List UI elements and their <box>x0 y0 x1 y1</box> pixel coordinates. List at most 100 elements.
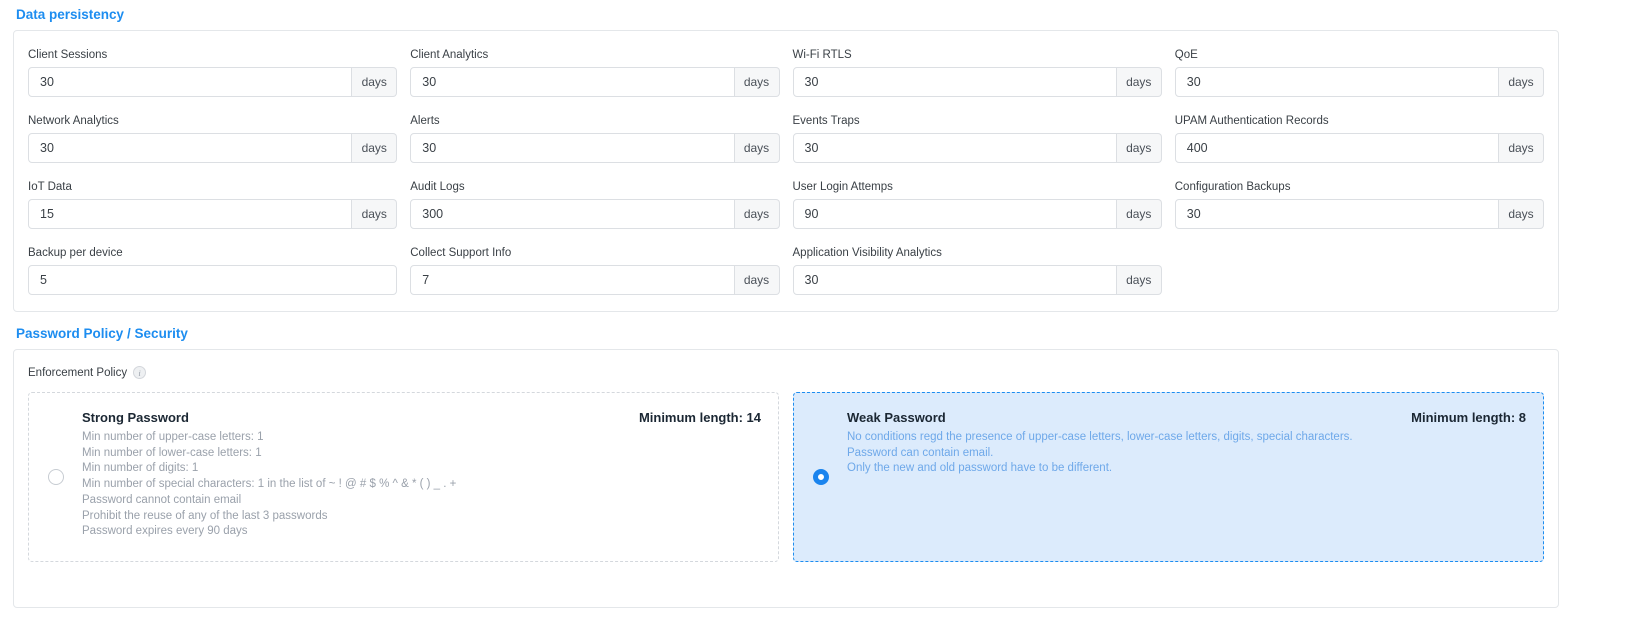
field-value-input[interactable] <box>410 133 734 163</box>
field-label: Collect Support Info <box>410 247 779 259</box>
field-value-input[interactable] <box>28 67 352 97</box>
field-label: Audit Logs <box>410 181 779 193</box>
field-value-input[interactable] <box>793 67 1117 97</box>
field-value-input[interactable] <box>793 133 1117 163</box>
field-input-group: days <box>1175 67 1544 97</box>
field-input-group <box>28 265 397 295</box>
field-input-group: days <box>793 199 1162 229</box>
field-label: UPAM Authentication Records <box>1175 115 1544 127</box>
field-unit-addon: days <box>1117 265 1162 295</box>
policy-rule: Only the new and old password have to be… <box>847 461 1526 477</box>
field-label: Client Sessions <box>28 49 397 61</box>
field-label: Events Traps <box>793 115 1162 127</box>
field-unit-addon: days <box>735 199 780 229</box>
field-value-input[interactable] <box>793 199 1117 229</box>
persistency-field: IoT Data days <box>28 181 397 229</box>
field-value-input[interactable] <box>28 199 352 229</box>
field-input-group: days <box>28 133 397 163</box>
field-unit-addon: days <box>352 133 397 163</box>
password-policy-card: Enforcement Policy i Strong Password Min… <box>13 349 1559 608</box>
field-unit-addon: days <box>735 67 780 97</box>
radio-column <box>794 393 847 561</box>
policy-rule: Min number of upper-case letters: 1 <box>82 430 761 446</box>
policy-option-head: Weak Password Minimum length: 8 <box>847 410 1526 425</box>
field-value-input[interactable] <box>793 265 1117 295</box>
field-unit-addon: days <box>735 133 780 163</box>
persistency-field: QoE days <box>1175 49 1544 97</box>
persistency-field: Network Analytics days <box>28 115 397 163</box>
field-unit-addon: days <box>352 199 397 229</box>
field-input-group: days <box>1175 133 1544 163</box>
field-label: Backup per device <box>28 247 397 259</box>
persistency-field: Application Visibility Analytics days <box>793 247 1162 295</box>
policy-rules-list: No conditions regd the presence of upper… <box>847 430 1526 477</box>
field-value-input[interactable] <box>28 265 397 295</box>
field-unit-addon: days <box>1499 199 1544 229</box>
policy-option-body: Weak Password Minimum length: 8 No condi… <box>847 393 1543 561</box>
field-input-group: days <box>793 67 1162 97</box>
field-input-group: days <box>410 133 779 163</box>
info-icon[interactable]: i <box>133 366 146 379</box>
field-value-input[interactable] <box>1175 67 1499 97</box>
settings-page: Data persistency Client Sessions days Cl… <box>0 0 1631 608</box>
field-label: User Login Attemps <box>793 181 1162 193</box>
data-persistency-title: Data persistency <box>16 7 1631 22</box>
persistency-field: Audit Logs days <box>410 181 779 229</box>
field-unit-addon: days <box>1117 133 1162 163</box>
policy-min-length: Minimum length: 14 <box>639 410 761 425</box>
field-unit-addon: days <box>352 67 397 97</box>
field-value-input[interactable] <box>1175 199 1499 229</box>
field-label: Wi-Fi RTLS <box>793 49 1162 61</box>
policy-rule: Password cannot contain email <box>82 493 761 509</box>
policy-options-row: Strong Password Minimum length: 14 Min n… <box>28 392 1544 562</box>
policy-radio-button[interactable] <box>813 469 829 485</box>
field-value-input[interactable] <box>410 199 734 229</box>
policy-option-head: Strong Password Minimum length: 14 <box>82 410 761 425</box>
policy-option-title: Weak Password <box>847 410 946 425</box>
field-label: Configuration Backups <box>1175 181 1544 193</box>
enforcement-policy-label: Enforcement Policy <box>28 367 127 379</box>
policy-rule: Password can contain email. <box>847 446 1526 462</box>
field-value-input[interactable] <box>410 265 734 295</box>
field-input-group: days <box>793 133 1162 163</box>
persistency-field: Configuration Backups days <box>1175 181 1544 229</box>
policy-option-body: Strong Password Minimum length: 14 Min n… <box>82 393 778 561</box>
policy-rule: Min number of lower-case letters: 1 <box>82 446 761 462</box>
policy-min-length: Minimum length: 8 <box>1411 410 1526 425</box>
field-unit-addon: days <box>1499 67 1544 97</box>
persistency-field: Client Sessions days <box>28 49 397 97</box>
field-unit-addon: days <box>1499 133 1544 163</box>
field-input-group: days <box>28 67 397 97</box>
policy-radio-button[interactable] <box>48 469 64 485</box>
policy-rule: Min number of special characters: 1 in t… <box>82 477 761 493</box>
persistency-field: Alerts days <box>410 115 779 163</box>
persistency-field: Wi-Fi RTLS days <box>793 49 1162 97</box>
policy-rule: Password expires every 90 days <box>82 524 761 540</box>
field-label: Client Analytics <box>410 49 779 61</box>
policy-option-card[interactable]: Weak Password Minimum length: 8 No condi… <box>793 392 1544 562</box>
radio-column <box>29 393 82 561</box>
field-value-input[interactable] <box>1175 133 1499 163</box>
persistency-field: Client Analytics days <box>410 49 779 97</box>
field-value-input[interactable] <box>410 67 734 97</box>
persistency-field: UPAM Authentication Records days <box>1175 115 1544 163</box>
policy-rule: No conditions regd the presence of upper… <box>847 430 1526 446</box>
field-label: Network Analytics <box>28 115 397 127</box>
persistency-field: User Login Attemps days <box>793 181 1162 229</box>
field-value-input[interactable] <box>28 133 352 163</box>
field-input-group: days <box>1175 199 1544 229</box>
data-persistency-card: Client Sessions days Client Analytics da… <box>13 30 1559 312</box>
enforcement-policy-row: Enforcement Policy i <box>28 366 1544 379</box>
field-label: QoE <box>1175 49 1544 61</box>
persistency-field: Events Traps days <box>793 115 1162 163</box>
field-input-group: days <box>410 199 779 229</box>
policy-option-card[interactable]: Strong Password Minimum length: 14 Min n… <box>28 392 779 562</box>
persistency-field: Collect Support Info days <box>410 247 779 295</box>
policy-rule: Prohibit the reuse of any of the last 3 … <box>82 509 761 525</box>
field-label: Application Visibility Analytics <box>793 247 1162 259</box>
policy-rules-list: Min number of upper-case letters: 1Min n… <box>82 430 761 540</box>
policy-rule: Min number of digits: 1 <box>82 461 761 477</box>
field-unit-addon: days <box>1117 67 1162 97</box>
policy-option-title: Strong Password <box>82 410 189 425</box>
password-policy-title: Password Policy / Security <box>16 326 1631 341</box>
